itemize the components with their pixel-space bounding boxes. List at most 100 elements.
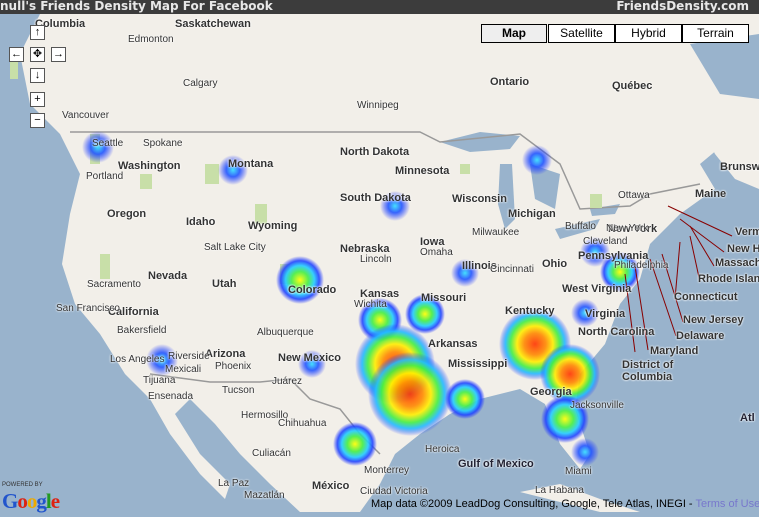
map-type-hybrid-button[interactable]: Hybrid xyxy=(615,24,682,43)
heat-hotspot-michigan xyxy=(522,145,552,175)
city-label: Portland xyxy=(86,171,124,182)
heat-hotspot-miami xyxy=(571,438,599,466)
city-label: Heroica xyxy=(425,444,460,455)
water-body-label: Atl xyxy=(740,412,755,424)
region-label: South Dakota xyxy=(340,192,411,204)
region-label: Ontario xyxy=(490,76,530,88)
map-attribution: Map data ©2009 LeadDog Consulting, Googl… xyxy=(371,498,759,510)
city-label: Salt Lake City xyxy=(204,242,266,253)
city-label: Buffalo xyxy=(565,221,596,232)
region-label: Montana xyxy=(228,158,274,170)
city-label: Juárez xyxy=(272,376,303,387)
region-label: Colorado xyxy=(288,284,337,296)
region-label: Wisconsin xyxy=(452,193,507,205)
city-label: San Francisco xyxy=(56,303,120,314)
city-label: La Paz xyxy=(218,478,250,489)
city-label: Ciudad Victoria xyxy=(360,486,428,497)
city-label: La Habana xyxy=(535,485,584,496)
region-label: Rhode Islan xyxy=(698,273,759,285)
region-label: México xyxy=(312,480,350,492)
region-label: Maryland xyxy=(650,345,699,357)
city-label: Ensenada xyxy=(148,391,194,402)
region-label: Arkansas xyxy=(428,338,478,350)
region-label: Minnesota xyxy=(395,165,450,177)
city-label: Monterrey xyxy=(364,465,410,476)
reset-view-icon[interactable]: ✥ xyxy=(30,47,45,62)
page-title: null's Friends Density Map For Facebook xyxy=(0,0,273,13)
region-label: Nevada xyxy=(148,270,188,282)
region-label: Massach xyxy=(715,257,759,269)
heat-hotspot-colorado xyxy=(276,256,324,304)
city-label: Wichita xyxy=(354,299,387,310)
city-label: Cleveland xyxy=(583,236,628,247)
map-canvas[interactable]: Columbia Saskatchewan Washington Montana Ore… xyxy=(0,14,759,512)
region-label: Columbia xyxy=(622,371,673,383)
region-label: Brunsw xyxy=(720,161,759,173)
city-label: Ottawa xyxy=(618,190,650,201)
region-label: Oregon xyxy=(107,208,147,220)
terms-of-use-link[interactable]: Terms of Use xyxy=(695,498,759,510)
city-label: Seattle xyxy=(92,138,124,149)
region-label: Connecticut xyxy=(674,291,738,303)
region-label: North Carolina xyxy=(578,326,655,338)
region-label: Mississippi xyxy=(448,358,508,370)
heat-hotspot-louisiana xyxy=(445,379,485,419)
zoom-in-icon[interactable]: + xyxy=(30,92,45,107)
region-label: Wyoming xyxy=(248,220,298,232)
map-type-satellite-button[interactable]: Satellite xyxy=(548,24,615,43)
site-link[interactable]: FriendsDensity.com xyxy=(616,0,749,13)
app-header: null's Friends Density Map For Facebook … xyxy=(0,0,759,14)
pan-right-icon[interactable]: → xyxy=(51,47,66,62)
water-body-label: Gulf of Mexico xyxy=(458,458,534,470)
region-label: Washington xyxy=(118,160,181,172)
map-type-terrain-button[interactable]: Terrain xyxy=(682,24,749,43)
city-label: Spokane xyxy=(143,138,183,149)
city-label: Lincoln xyxy=(360,254,392,265)
region-label: Arizona xyxy=(205,348,246,360)
region-label: Québec xyxy=(612,80,653,92)
city-label: Winnipeg xyxy=(357,100,399,111)
city-label: Tucson xyxy=(222,385,255,396)
region-label: New H xyxy=(727,243,759,255)
region-label: District of xyxy=(622,359,674,371)
city-label: Omaha xyxy=(420,247,453,258)
attribution-text: Map data ©2009 LeadDog Consulting, Googl… xyxy=(371,498,696,510)
city-label: Culiacán xyxy=(252,448,291,459)
zoom-out-icon[interactable]: − xyxy=(30,113,45,128)
region-label: Kentucky xyxy=(505,305,555,317)
city-label: Phoenix xyxy=(215,361,252,372)
pan-down-icon[interactable]: ↓ xyxy=(30,68,45,83)
city-label: Calgary xyxy=(183,78,218,89)
city-label: Albuquerque xyxy=(257,327,314,338)
region-label: Utah xyxy=(212,278,237,290)
city-label: Mazatlán xyxy=(244,490,285,501)
region-label: Michigan xyxy=(508,208,556,220)
city-label: Jacksonville xyxy=(570,400,624,411)
region-label: Saskatchewan xyxy=(175,18,251,30)
pan-left-icon[interactable]: ← xyxy=(9,47,24,62)
region-label: New Jersey xyxy=(683,314,744,326)
city-label: Chihuahua xyxy=(278,418,327,429)
region-label: Georgia xyxy=(530,386,572,398)
city-label: Tijuana xyxy=(143,375,176,386)
pan-up-icon[interactable]: ↑ xyxy=(30,25,45,40)
city-label: Miami xyxy=(565,466,592,477)
city-label: Bakersfield xyxy=(117,325,167,336)
region-label: Missouri xyxy=(421,292,467,304)
city-label: Vancouver xyxy=(62,110,110,121)
region-label: Virginia xyxy=(585,308,626,320)
region-label: Idaho xyxy=(186,216,216,228)
region-label: Delaware xyxy=(676,330,725,342)
map-type-map-button[interactable]: Map xyxy=(481,24,547,43)
region-label: Ohio xyxy=(542,258,568,270)
region-label: West Virginia xyxy=(562,283,632,295)
city-label: Riverside xyxy=(168,351,210,362)
city-label: Edmonton xyxy=(128,34,174,45)
city-label: Milwaukee xyxy=(472,227,520,238)
region-label: New Mexico xyxy=(278,352,341,364)
region-label: Vermo xyxy=(735,226,759,238)
google-logo[interactable]: Google xyxy=(2,489,60,514)
region-label: North Dakota xyxy=(340,146,410,158)
powered-by-label: POWERED BY xyxy=(2,482,43,488)
city-label: New York xyxy=(606,223,649,234)
